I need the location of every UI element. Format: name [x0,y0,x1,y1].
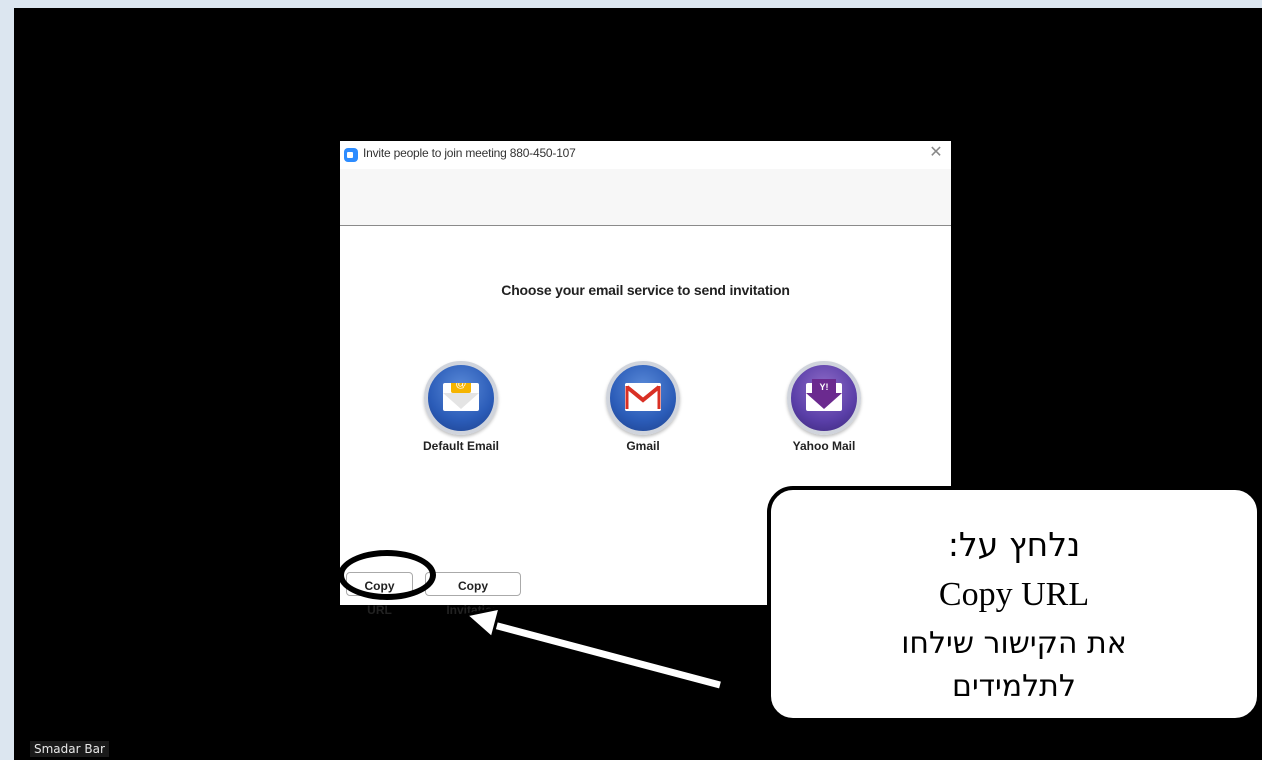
yahoo-mail-option[interactable]: Y! Yahoo Mail [764,361,884,453]
gmail-m-logo [625,383,661,411]
gmail-label: Gmail [626,439,660,453]
callout-line-3: את הקישור שילחו [901,626,1127,661]
participant-name-label: Smadar Bar [30,741,109,757]
highlight-circle [338,550,436,600]
callout-line-4: לתלמידים [952,669,1076,704]
dialog-title: Invite people to join meeting 880-450-10… [363,146,576,160]
dialog-heading: Choose your email service to send invita… [501,282,790,298]
dialog-tab-area [340,169,951,226]
yahoo-mail-label: Yahoo Mail [792,439,856,453]
close-icon[interactable]: ✕ [927,144,945,162]
yahoo-mail-icon: Y! [787,361,861,435]
instruction-callout: נלחץ על: Copy URL את הקישור שילחו לתלמיד… [767,486,1261,722]
gmail-icon [606,361,680,435]
callout-line-2: Copy URL [938,576,1090,613]
copy-invitation-button[interactable]: Copy Invitation [425,572,521,617]
default-email-label: Default Email [422,439,500,453]
window-top-edge [0,0,1262,8]
zoom-app-icon [344,148,358,162]
default-email-icon: @ [424,361,498,435]
callout-line-1: נלחץ על: [947,525,1081,564]
gmail-option[interactable]: Gmail [583,361,703,453]
dialog-titlebar: Invite people to join meeting 880-450-10… [340,141,951,169]
window-left-edge [0,0,14,760]
default-email-option[interactable]: @ Default Email [401,361,521,453]
